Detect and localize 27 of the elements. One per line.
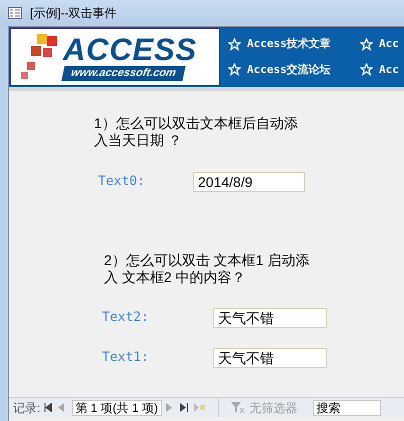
squares-icon	[19, 32, 59, 82]
record-label: 记录:	[13, 400, 40, 416]
logo-url: www.accessoft.com	[61, 66, 186, 80]
nav-link[interactable]: Access技术文章	[228, 36, 360, 52]
star-icon	[228, 63, 241, 76]
star-icon	[360, 38, 373, 51]
text-field[interactable]: 2014/8/9	[193, 172, 305, 192]
first-record-button[interactable]	[44, 402, 54, 414]
record-position-field[interactable]: 第 1 项(共 1 项)	[72, 400, 162, 416]
text-field[interactable]: 天气不错	[213, 308, 327, 328]
field-label: Text0:	[98, 173, 146, 192]
star-icon	[360, 63, 373, 76]
field-label: Text1:	[102, 349, 150, 368]
star-icon	[228, 38, 241, 51]
last-record-button[interactable]	[180, 402, 190, 414]
funnel-icon	[231, 402, 246, 414]
question-text: 1）怎么可以双击文本框后自动添入当天日期 ？	[93, 115, 299, 149]
search-field[interactable]: 搜索	[313, 400, 382, 416]
question-text: 2）怎么可以双击 文本框1 启动添入 文本框2 中的内容？	[103, 252, 310, 286]
nav-link[interactable]: Acc	[360, 62, 404, 78]
window-title: [示例]--双击事件	[30, 5, 117, 22]
nav-link[interactable]: Access交流论坛	[228, 62, 360, 78]
nav-link[interactable]: Acc	[360, 36, 404, 52]
form-icon	[8, 7, 22, 19]
text-field[interactable]: 天气不错	[213, 348, 327, 368]
field-label: Text2:	[102, 309, 150, 328]
logo-title: ACCESS	[63, 34, 197, 66]
